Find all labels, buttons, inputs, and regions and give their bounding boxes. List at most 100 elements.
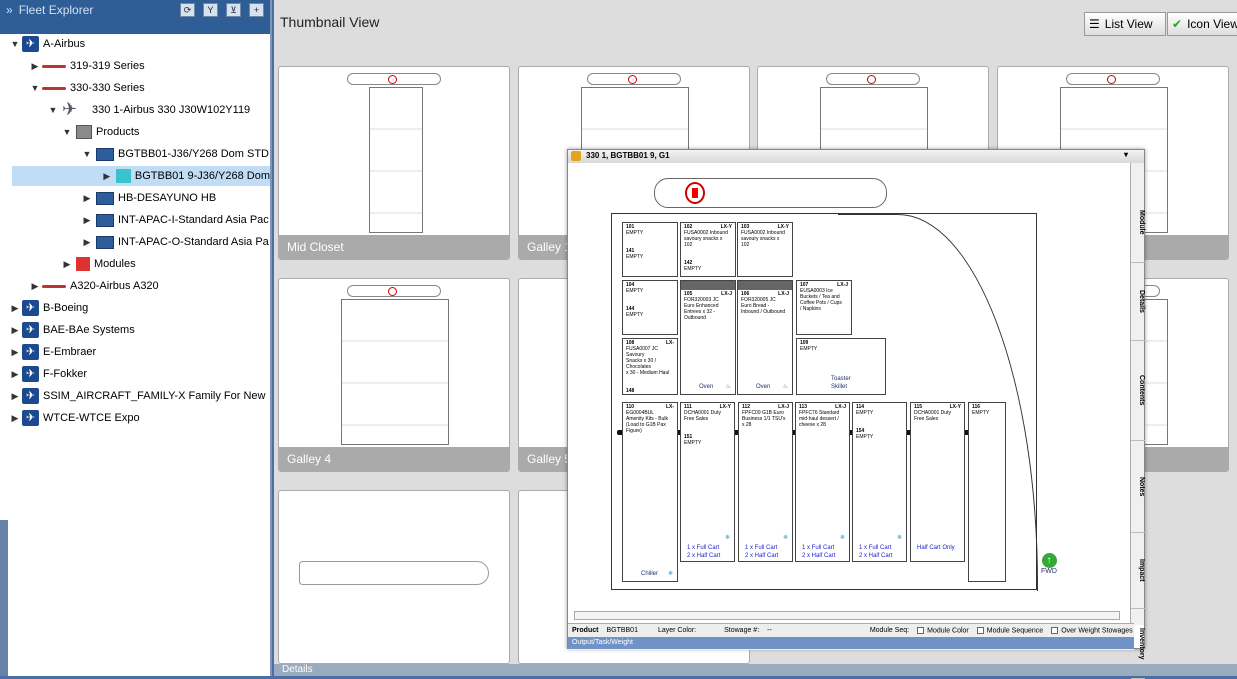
tree-node[interactable]: ▶ ✈ SSIM_AIRCRAFT_FAMILY-X Family For New [10,386,266,406]
tree-node-label: BGTBB01 9-J36/Y268 Dom [134,170,270,182]
aircraft-outline [654,178,887,208]
tree-node-label: Modules [94,258,136,270]
expand-arrow-icon[interactable]: ▶ [30,281,40,292]
galley-compartment[interactable]: 113 LX-J FPFC76 Standard mid-haul dessert /… [795,402,850,562]
expand-arrow-icon[interactable]: ▶ [10,391,20,402]
compartment-tag: LX-J [778,291,789,297]
cart-capacity-label: 2 x Half Cart [745,553,779,559]
tree-node-label: F-Fokker [43,368,87,380]
chiller-label: Chiller [641,571,659,577]
collapse-arrow-icon[interactable]: ▼ [62,127,72,137]
dialog-menu-icon[interactable]: ▾ [1124,150,1128,159]
expand-arrow-icon[interactable]: ▶ [10,325,20,336]
thumbnail-card[interactable] [278,490,510,664]
galley-compartment[interactable]: 103 LX-Y FUSA0002 Inbound savoury snacks x1… [737,222,793,277]
airline-icon: ✈ [22,300,39,316]
compartment-tag: LX-Y [949,404,961,410]
cart-capacity-label: 1 x Full Cart [687,545,720,551]
filter-icon[interactable]: Y [203,3,218,17]
collapse-arrow-icon[interactable]: ▼ [10,39,20,49]
filter-clear-icon[interactable]: ⊻ [226,3,241,17]
expand-arrow-icon[interactable]: ▶ [102,171,112,182]
tree-node[interactable]: ▼ 330-330 Series [30,78,145,98]
cart-capacity-label: 1 x Full Cart [802,545,835,551]
galley-compartment[interactable]: 116 EMPTY [968,402,1006,582]
galley-compartment[interactable]: 107 LX-J EUSA0003 Ice Buckets / Tea and Coff… [796,280,852,335]
tree-node-label: 330 1-Airbus 330 J30W102Y119 [92,104,251,116]
horizontal-scrollbar[interactable] [574,611,1120,620]
cart-capacity-label: 2 x Half Cart [859,553,893,559]
galley-compartment[interactable]: 105 LX-J FOR320003 JC Euro Enhanced Entrees … [680,280,736,395]
galley-compartment[interactable]: 101 EMPTY 141 EMPTY [622,222,678,277]
expand-arrow-icon[interactable]: ▶ [10,347,20,358]
refresh-icon[interactable]: ⟳ [180,3,195,17]
galley-compartment[interactable]: 114 EMPTY 154 EMPTY 1 x Full Cart 2 x Half Ca… [852,402,907,562]
thumbnail-card[interactable]: Mid Closet [278,66,510,260]
expand-arrow-icon[interactable]: ▶ [30,61,40,72]
tree-node[interactable]: ▶ HB-DESAYUNO HB [82,188,216,208]
over-weight-checkbox[interactable]: Over Weight Stowages [1051,626,1133,634]
tree-node[interactable]: ▶ ✈ WTCE-WTCE Expo [10,408,140,428]
tree-node[interactable]: ▶ ✈ F-Fokker [10,364,87,384]
thumbnail-card[interactable]: Galley 4 [278,278,510,472]
side-tab[interactable]: Module [1131,183,1145,263]
galley-compartment[interactable]: 102 LX-Y FUSA0002 Inbound savoury snacks x … [680,222,736,277]
tree-node[interactable]: ▶ 319-319 Series [30,56,145,76]
tree-node[interactable]: ▶ ✈ BAE-BAe Systems [10,320,135,340]
module-sequence-checkbox[interactable]: Module Sequence [976,626,1043,634]
galley-compartment[interactable]: 115 LX-Y DCHA0001 Duty Free Sales Half Cart … [910,402,965,562]
tree-node[interactable]: ▶ Modules [62,254,136,274]
module-color-checkbox[interactable]: Module Color [917,626,969,634]
panel-toggle-icon[interactable]: » [6,3,13,17]
flame-icon: ♨ [725,384,731,390]
side-tab[interactable]: Details [1131,263,1145,341]
collapse-arrow-icon[interactable]: ▼ [82,149,92,159]
side-tab[interactable]: Contents [1131,341,1145,441]
expand-arrow-icon[interactable]: ▶ [82,237,92,248]
compartment-content: EMPTY [972,410,990,416]
tree-node[interactable]: ▼ Products [62,122,139,142]
dialog-side-tabs: Module Details Contents Notes Impact Inventor… [1130,163,1145,679]
compartment-tag: LX-J [721,291,732,297]
galley-compartment[interactable]: 108 LX- FUSA0007 JC Savoury Snacks x 30 / C… [622,338,678,395]
tree-node[interactable]: ▶ ✈ E-Embraer [10,342,96,362]
compartment-content: Snacks x 30 / Chocolates [626,358,657,370]
expand-arrow-icon[interactable]: ▶ [82,215,92,226]
tree-node[interactable]: ▶ A320-Airbus A320 [30,276,159,296]
galley-compartment[interactable]: 109 EMPTY Toaster Skillet [796,338,886,395]
tree-node[interactable]: ▼ BGTBB01-J36/Y268 Dom STD [82,144,269,164]
tree-node[interactable]: ▶ BGTBB01 9-J36/Y268 Dom [12,166,270,186]
galley-compartment[interactable]: 106 LX-J FOR320005 JC Euro Bread - Inbound /… [737,280,793,395]
expand-arrow-icon[interactable]: ▶ [10,303,20,314]
expand-arrow-icon[interactable]: ▶ [62,259,72,270]
tree-node[interactable]: ▼ ✈ A-Airbus [10,34,85,54]
side-tab[interactable]: Notes [1131,441,1145,533]
expand-arrow-icon[interactable]: ▶ [10,413,20,424]
galley-compartment[interactable]: 110 LX- EG0004BUL Amenity Kits - Bulk (Load … [622,402,678,582]
list-view-button[interactable]: ☰ List View [1084,12,1166,36]
galley-compartment[interactable]: 112 LX-J FPFC09 G1B Euro Business 1/1 TSU's… [738,402,793,562]
forward-arrow-icon: ↑ [1041,553,1057,568]
compartment-content: x 30 - Medium Haul [626,370,670,376]
icon-view-button[interactable]: ✔ Icon View [1167,12,1237,36]
expand-icon[interactable]: + [249,3,264,17]
collapsed-side-tab[interactable] [0,520,8,676]
galley-compartment[interactable]: 104 EMPTY 144 EMPTY [622,280,678,335]
collapse-arrow-icon[interactable]: ▼ [48,105,58,115]
thumbnail-label: Mid Closet [279,235,509,259]
output-task-weight-bar[interactable]: Output/Task/Weight [568,637,1134,649]
oven-label: Oven [699,384,714,390]
dialog-title-bar[interactable]: 330 1, BGTBB01 9, G1 ▾ [568,150,1144,163]
expand-arrow-icon[interactable]: ▶ [10,369,20,380]
side-tab[interactable]: Impact [1131,533,1145,609]
tree-node[interactable]: ▶ INT-APAC-I-Standard Asia Pac [82,210,269,230]
details-bar[interactable]: Details [274,664,1237,676]
collapse-arrow-icon[interactable]: ▼ [30,83,40,93]
tree-node[interactable]: ▼ ✈ 330 1-Airbus 330 J30W102Y119 [48,99,251,120]
compartment-content: EMPTY [856,410,874,416]
tree-node[interactable]: ▶ ✈ B-Boeing [10,298,88,318]
compartment-content: Free Sales [684,416,709,422]
galley-compartment[interactable]: 111 LX-Y DCHA0001 Duty Free Sales 151 EMPTY 1 … [680,402,735,562]
expand-arrow-icon[interactable]: ▶ [82,193,92,204]
tree-node[interactable]: ▶ INT-APAC-O-Standard Asia Pa [82,232,269,252]
